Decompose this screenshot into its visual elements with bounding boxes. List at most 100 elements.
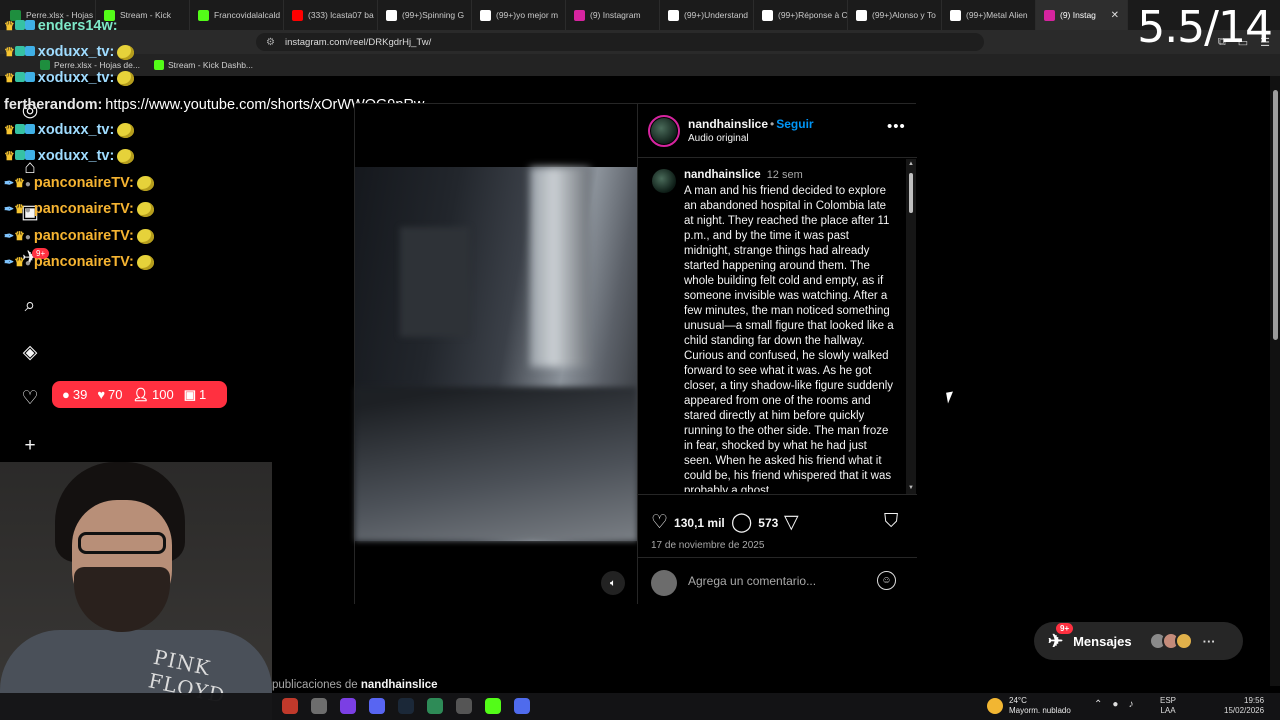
browser-tab[interactable]: (9) Instag ✕ [1036, 0, 1128, 30]
browser-tab[interactable]: (99+)Alonso y To [848, 0, 942, 30]
chat-username: panconaireTV: [33, 175, 134, 191]
chat-username: panconaireTV: [33, 228, 134, 244]
explore-icon[interactable]: ◈ [18, 340, 42, 364]
follow-button[interactable]: Seguir [776, 117, 813, 131]
app-icon[interactable] [282, 698, 298, 714]
caption-username[interactable]: nandhainslice [684, 169, 761, 181]
chat-badges-icon: ♛ [4, 44, 35, 60]
mic-icon[interactable]: ♪ [1128, 699, 1133, 710]
post-actions: ♡ 130,1 mil ◯ 573 ▽ ⛉ 17 de noviembre de 2… [638, 494, 917, 604]
frame-wall [530, 167, 590, 367]
stream-counter: 5.5/14 [1137, 2, 1273, 53]
taskbar-clock[interactable]: 19:56 15/02/2026 [1224, 696, 1264, 716]
tab-label: (9) Instag [1060, 10, 1096, 20]
language-indicator[interactable]: ESP LAA [1160, 696, 1176, 716]
create-icon[interactable]: + [18, 434, 42, 458]
author-avatar[interactable] [648, 115, 680, 147]
weather-widget[interactable]: 24°C Mayorm. nublado [987, 696, 1071, 716]
chat-emote-icon [117, 148, 135, 164]
app-icon[interactable] [514, 698, 530, 714]
video-frame [355, 167, 637, 541]
tray-app-icon[interactable]: ● [1112, 699, 1118, 710]
app-icon[interactable] [427, 698, 443, 714]
chat-badges-icon: ♛ [4, 122, 35, 138]
likes-count: 130,1 mil [674, 515, 725, 530]
weather-temp: 24°C [1009, 696, 1027, 705]
browser-tab[interactable]: (99+)Metal Alien [942, 0, 1036, 30]
more-options-icon[interactable]: ••• [887, 118, 906, 135]
kick-icon[interactable] [485, 698, 501, 714]
weather-desc: Mayorm. nublado [1009, 706, 1071, 715]
tab-label: Francovidalalcald [214, 10, 281, 20]
page-scrollbar[interactable] [1270, 76, 1280, 686]
app-icon[interactable] [340, 698, 356, 714]
comment-button[interactable]: ◯ 573 [731, 511, 778, 534]
notifications-heart-icon[interactable]: ♡ [18, 386, 42, 410]
app-icon[interactable] [456, 698, 472, 714]
mute-button[interactable]: 🔈︎ [601, 571, 625, 595]
scroll-down-icon[interactable]: ▼ [908, 485, 914, 491]
discord-icon[interactable] [369, 698, 385, 714]
other-count: ▣ 1 [183, 386, 207, 403]
messages-button[interactable]: ✈ 9+ Mensajes ··· [1034, 622, 1243, 660]
activity-notification-pill[interactable]: ● 39 ♥ 70 👤︎ 100 ▣ 1 [52, 381, 227, 408]
emoji-icon[interactable]: ☺ [877, 571, 896, 590]
browser-tab[interactable]: (99+)Understand [660, 0, 754, 30]
windows-taskbar: 24°C Mayorm. nublado ⌃ ● ♪ ESP LAA 19:56 15… [0, 693, 1280, 720]
more-icon: ··· [1202, 633, 1216, 649]
messages-label: Mensajes [1073, 633, 1132, 649]
share-button[interactable]: ▽ [784, 511, 799, 534]
tab-label: Stream - Kick [120, 10, 172, 20]
bookmark-favicon-icon [153, 60, 164, 70]
app-icon[interactable] [311, 698, 327, 714]
url-field[interactable]: ⚙ instagram.com/reel/DRKgdrHj_Tw/ [256, 33, 984, 51]
page-scroll-thumb[interactable] [1273, 90, 1278, 340]
search-icon[interactable]: ⌕ [18, 294, 42, 318]
browser-tab[interactable]: (99+)Réponse à C [754, 0, 848, 30]
tray-chevron-icon[interactable]: ⌃ [1094, 699, 1102, 710]
speaker-icon: 🔈︎ [610, 577, 616, 589]
bookmark-item[interactable]: Perre.xlsx - Hojas de... [40, 60, 140, 70]
chat-username: xoduxx_tv: [37, 70, 115, 86]
chat-username: xoduxx_tv: [37, 122, 115, 138]
frame-floor [355, 387, 637, 541]
reel-details-panel: nandhainslice • Seguir Audio original ••• … [637, 104, 917, 604]
audio-label[interactable]: Audio original [688, 133, 749, 144]
comments-count: ● 39 [62, 387, 88, 402]
browser-tab[interactable]: (333) lcasta07 ba [284, 0, 378, 30]
bookmark-item[interactable]: Stream - Kick Dashb... [153, 60, 253, 70]
browser-tab[interactable]: (99+)Spinning G [378, 0, 472, 30]
site-settings-icon[interactable]: ⚙ [266, 37, 275, 48]
chat-username: panconaireTV: [33, 201, 134, 217]
browser-tab[interactable]: Francovidalalcald [190, 0, 284, 30]
like-button[interactable]: ♡ 130,1 mil [651, 511, 725, 534]
tab-favicon-icon [762, 9, 773, 21]
chat-badges-icon: ✒♛● [4, 202, 31, 216]
tab-label: (99+)Understand [684, 10, 749, 20]
chat-emote-icon [136, 254, 154, 270]
close-tab-icon[interactable]: ✕ [1111, 10, 1119, 21]
scroll-up-icon[interactable]: ▲ [908, 161, 914, 167]
chat-message: ♛ enders14w: [4, 18, 118, 34]
scroll-thumb[interactable] [909, 173, 913, 213]
chat-message: ✒♛● panconaireTV: [4, 201, 154, 217]
save-button[interactable]: ⛉ [884, 511, 898, 533]
steam-icon[interactable] [398, 698, 414, 714]
comment-icon: ◯ [731, 512, 753, 533]
lang-layout: LAA [1160, 706, 1176, 715]
caption-scrollbar[interactable]: ▲ ▼ [906, 159, 916, 494]
caption-avatar[interactable] [652, 169, 676, 193]
chat-message: ✒♛● panconaireTV: [4, 254, 154, 270]
comment-input[interactable]: Agrega un comentario... [688, 574, 816, 588]
chat-message: ✒♛● panconaireTV: [4, 228, 154, 244]
caption-time: 12 sem [766, 169, 803, 181]
bookmark-icon: ⛉ [884, 511, 899, 532]
url-text: instagram.com/reel/DRKgdrHj_Tw/ [284, 36, 432, 48]
author-username[interactable]: nandhainslice [688, 117, 768, 131]
tab-favicon-icon [198, 9, 209, 21]
more-posts-user[interactable]: nandhainslice [361, 679, 438, 691]
browser-tab[interactable]: (9) Instagram [566, 0, 660, 30]
chat-emote-icon [117, 70, 135, 86]
reel-video[interactable]: 🔈︎ [355, 104, 637, 604]
browser-tab[interactable]: (99+)yo mejor m [472, 0, 566, 30]
